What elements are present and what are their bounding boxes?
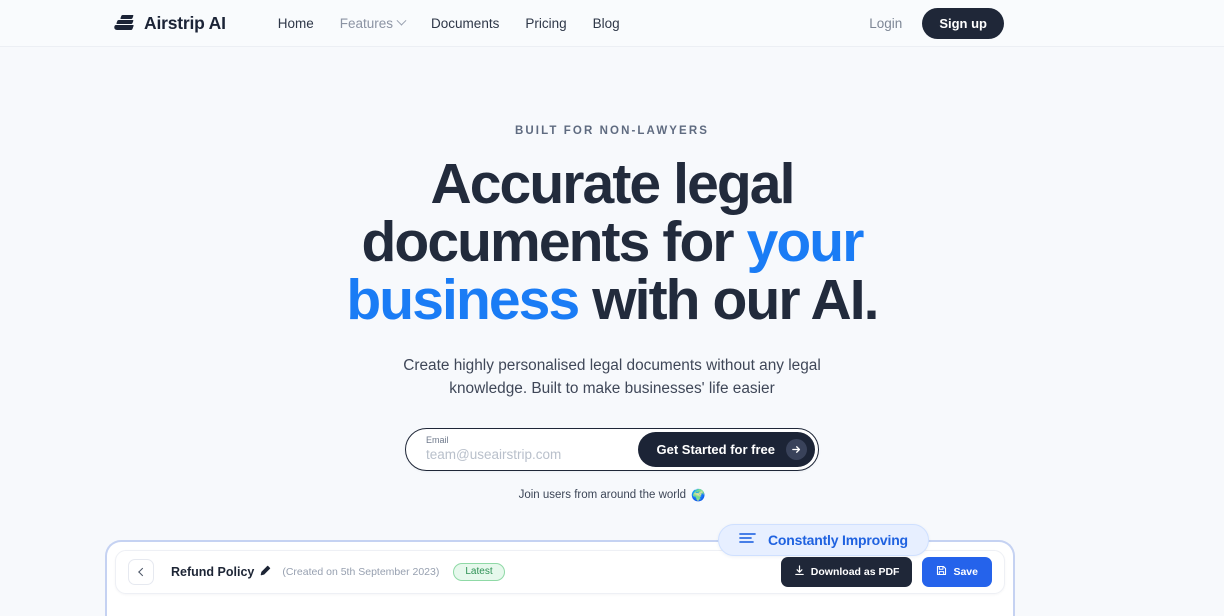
headline-text-2: documents for	[361, 210, 747, 274]
nav-item-blog-label: Blog	[592, 15, 620, 31]
save-button[interactable]: Save	[922, 557, 992, 587]
nav-item-documents-label: Documents	[431, 15, 500, 31]
save-disk-icon	[936, 565, 947, 579]
globe-icon: 🌍	[691, 490, 706, 502]
headline-text-3: with our AI.	[578, 268, 879, 332]
signup-button[interactable]: Sign up	[922, 7, 1004, 39]
site-header: Airstrip AI Home Features Documents Pric…	[0, 0, 1224, 47]
nav-item-pricing-label: Pricing	[525, 15, 567, 31]
get-started-button[interactable]: Get Started for free	[637, 432, 815, 467]
arrow-right-icon	[786, 439, 807, 460]
download-icon	[794, 565, 805, 579]
document-actions: Download as PDF Save	[780, 557, 992, 587]
constantly-improving-badge[interactable]: Constantly Improving	[718, 524, 929, 556]
status-badge: Latest	[453, 563, 505, 581]
pencil-icon[interactable]	[260, 565, 271, 579]
subhead-line-1: Create highly personalised legal documen…	[403, 357, 821, 374]
download-pdf-label: Download as PDF	[810, 566, 900, 578]
email-input[interactable]	[426, 447, 638, 462]
nav-item-home-label: Home	[277, 15, 314, 31]
headline-line-2: documents for your	[0, 213, 1224, 271]
headline-text-1: Accurate legal	[430, 152, 795, 216]
nav-item-blog[interactable]: Blog	[593, 16, 620, 31]
get-started-label: Get Started for free	[656, 442, 775, 457]
nav-item-pricing[interactable]: Pricing	[525, 16, 566, 31]
brand-name: Airstrip AI	[144, 12, 226, 33]
email-capture-wrap: Email Get Started for free	[0, 428, 1224, 471]
document-created-meta: (Created on 5th September 2023)	[282, 566, 440, 578]
page-title: Accurate legal documents for your busine…	[0, 155, 1224, 329]
nav-item-home[interactable]: Home	[278, 16, 314, 31]
nav-item-documents[interactable]: Documents	[431, 16, 499, 31]
nav-item-features-label: Features	[339, 15, 394, 31]
login-link[interactable]: Login	[869, 16, 902, 31]
subhead-line-2: knowledge. Built to make businesses' lif…	[449, 380, 775, 397]
social-proof-line: Join users from around the world 🌍	[0, 488, 1224, 502]
hero-section: BUILT FOR NON-LAWYERS Accurate legal doc…	[0, 47, 1224, 502]
document-title: Refund Policy	[171, 565, 271, 579]
email-field-group: Email	[406, 436, 638, 463]
brand-logo[interactable]: Airstrip AI	[113, 12, 226, 34]
headline-accent-your: your	[746, 210, 865, 274]
hero-subheading: Create highly personalised legal documen…	[0, 354, 1224, 400]
header-actions: Login Sign up	[869, 7, 1004, 39]
chevron-left-icon	[138, 567, 147, 577]
email-field-label: Email	[426, 435, 449, 445]
save-label: Save	[953, 566, 978, 578]
headline-line-3: business with our AI.	[0, 271, 1224, 329]
headline-line-1: Accurate legal	[0, 155, 1224, 213]
main-nav: Home Features Documents Pricing Blog	[278, 15, 620, 31]
constantly-improving-label: Constantly Improving	[768, 532, 908, 548]
document-toolbar: Refund Policy (Created on 5th September …	[115, 550, 1005, 594]
document-title-text: Refund Policy	[171, 565, 255, 579]
nav-item-features[interactable]: Features	[339, 15, 407, 31]
headline-accent-business: business	[346, 268, 580, 332]
lines-icon	[739, 531, 756, 549]
hero-eyebrow: BUILT FOR NON-LAWYERS	[514, 125, 709, 137]
download-pdf-button[interactable]: Download as PDF	[780, 557, 913, 587]
product-preview-zone: Constantly Improving Refund Policy (Crea…	[0, 524, 1224, 616]
back-button[interactable]	[128, 559, 154, 585]
airstrip-logo-icon	[113, 12, 135, 34]
email-capture-form: Email Get Started for free	[405, 428, 819, 471]
social-proof-text: Join users from around the world	[518, 489, 687, 501]
chevron-down-icon	[396, 15, 407, 26]
